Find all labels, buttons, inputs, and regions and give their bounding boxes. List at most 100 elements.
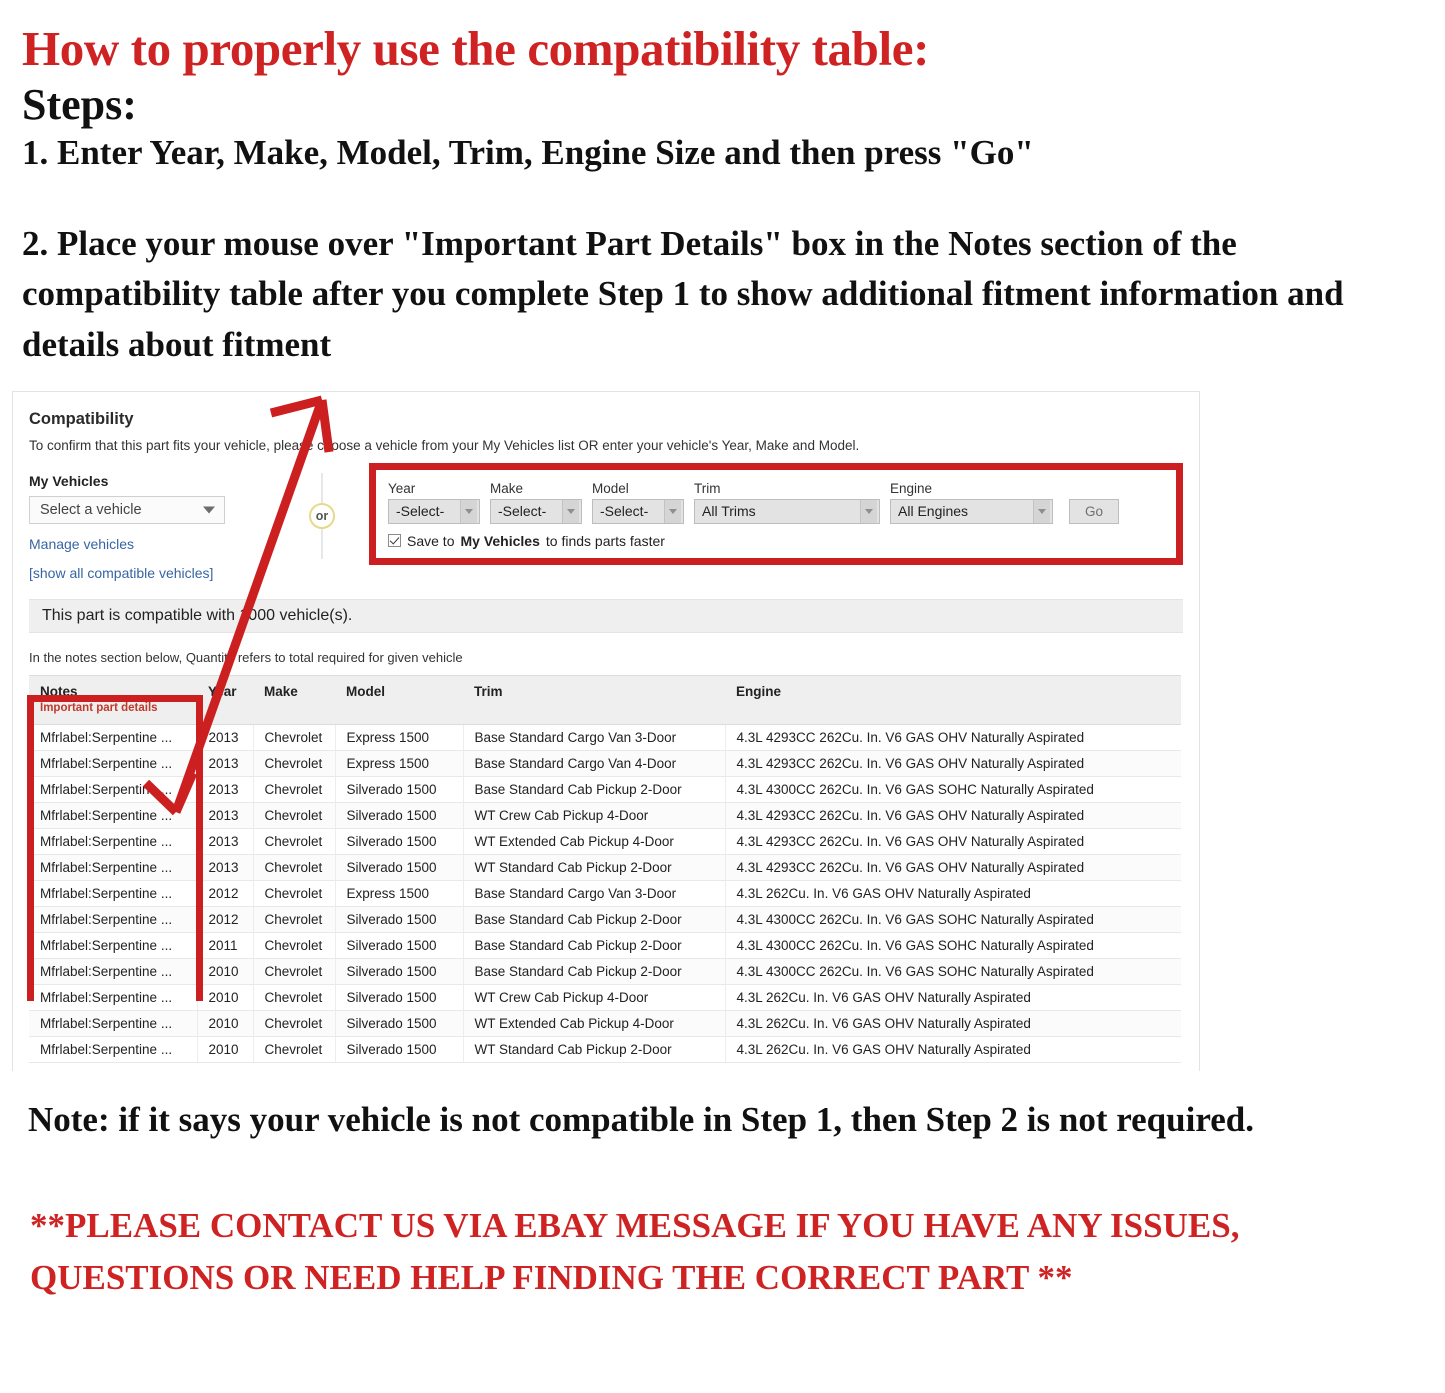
table-header-row: Notes Important part details Year Make M…: [29, 674, 1181, 725]
table-row: Mfrlabel:Serpentine ... 2010 Chevrolet Silv…: [29, 1010, 1181, 1037]
table-row: Mfrlabel:Serpentine ... 2012 Chevrolet Expr…: [29, 880, 1181, 907]
cell-year: 2013: [197, 724, 254, 751]
cell-trim: WT Crew Cab Pickup 4-Door: [463, 802, 726, 829]
cell-notes[interactable]: Mfrlabel:Serpentine ...: [29, 932, 198, 959]
cell-year: 2010: [197, 1010, 254, 1037]
my-vehicles-section: My Vehicles Select a vehicle Manage vehi…: [29, 471, 279, 552]
make-value: -Select-: [498, 503, 547, 520]
or-divider: or: [279, 471, 365, 561]
table-row: Mfrlabel:Serpentine ... 2010 Chevrolet Silv…: [29, 1036, 1181, 1063]
cell-notes[interactable]: Mfrlabel:Serpentine ...: [29, 828, 198, 855]
save-bold-text: My Vehicles: [460, 532, 540, 549]
save-to-my-vehicles-row[interactable]: Save to My Vehicles to finds parts faste…: [388, 533, 1166, 549]
engine-select[interactable]: All Engines: [890, 498, 1053, 524]
trim-select[interactable]: All Trims: [694, 498, 880, 524]
table-row: Mfrlabel:Serpentine ... 2010 Chevrolet Silv…: [29, 958, 1181, 985]
cell-make: Chevrolet: [253, 750, 336, 777]
col-header-make[interactable]: Make: [253, 674, 335, 725]
vehicle-chooser: My Vehicles Select a vehicle Manage vehi…: [29, 462, 1183, 565]
cell-make: Chevrolet: [253, 906, 336, 933]
vehicle-finder-highlight-box: Year -Select- Make -Select- Model -Selec…: [369, 462, 1183, 565]
cell-trim: Base Standard Cab Pickup 2-Door: [463, 932, 726, 959]
cell-trim: WT Extended Cab Pickup 4-Door: [463, 1010, 726, 1037]
make-label: Make: [490, 480, 524, 496]
trim-label: Trim: [694, 480, 721, 496]
cell-notes[interactable]: Mfrlabel:Serpentine ...: [29, 1010, 198, 1037]
cell-notes[interactable]: Mfrlabel:Serpentine ...: [29, 1036, 198, 1063]
col-header-notes[interactable]: Notes Important part details: [29, 674, 197, 725]
cell-engine: 4.3L 4293CC 262Cu. In. V6 GAS OHV Natura…: [725, 828, 1181, 855]
select-vehicle-dropdown[interactable]: Select a vehicle: [29, 495, 225, 524]
cell-make: Chevrolet: [253, 724, 336, 751]
cell-notes[interactable]: Mfrlabel:Serpentine ...: [29, 880, 198, 907]
col-header-trim[interactable]: Trim: [463, 674, 725, 725]
chevron-down-icon: [460, 499, 477, 523]
cell-make: Chevrolet: [253, 776, 336, 803]
cell-engine: 4.3L 4293CC 262Cu. In. V6 GAS OHV Natura…: [725, 802, 1181, 829]
year-label: Year: [388, 480, 416, 496]
cell-year: 2010: [197, 1036, 254, 1063]
go-button[interactable]: Go: [1069, 498, 1119, 524]
important-part-details-label[interactable]: Important part details: [40, 702, 197, 714]
engine-field: Engine All Engines: [890, 481, 1053, 524]
table-row: Mfrlabel:Serpentine ... 2010 Chevrolet Silv…: [29, 984, 1181, 1011]
cell-model: Silverado 1500: [335, 932, 464, 959]
table-row: Mfrlabel:Serpentine ... 2013 Chevrolet Expr…: [29, 750, 1181, 777]
cell-trim: Base Standard Cab Pickup 2-Door: [463, 958, 726, 985]
cell-engine: 4.3L 262Cu. In. V6 GAS OHV Naturally Asp…: [725, 880, 1181, 907]
cell-engine: 4.3L 4300CC 262Cu. In. V6 GAS SOHC Natur…: [725, 906, 1181, 933]
cell-make: Chevrolet: [253, 802, 336, 829]
save-prefix-text: Save to: [407, 532, 455, 549]
year-select[interactable]: -Select-: [388, 498, 480, 524]
cell-model: Silverado 1500: [335, 776, 464, 803]
compatibility-table: Notes Important part details Year Make M…: [29, 674, 1181, 1063]
trim-value: All Trims: [702, 503, 756, 520]
table-body: Mfrlabel:Serpentine ... 2013 Chevrolet Expr…: [29, 724, 1181, 1063]
cell-notes[interactable]: Mfrlabel:Serpentine ...: [29, 776, 198, 803]
model-field: Model -Select-: [592, 481, 684, 524]
cell-notes[interactable]: Mfrlabel:Serpentine ...: [29, 906, 198, 933]
cell-make: Chevrolet: [253, 854, 336, 881]
save-checkbox[interactable]: [388, 534, 401, 548]
cell-make: Chevrolet: [253, 932, 336, 959]
show-all-compatible-vehicles-link[interactable]: [show all compatible vehicles]: [29, 565, 213, 581]
cell-notes[interactable]: Mfrlabel:Serpentine ...: [29, 854, 198, 881]
cell-notes[interactable]: Mfrlabel:Serpentine ...: [29, 724, 198, 751]
cell-make: Chevrolet: [253, 1010, 336, 1037]
cell-engine: 4.3L 262Cu. In. V6 GAS OHV Naturally Asp…: [725, 1036, 1181, 1063]
cell-trim: WT Standard Cab Pickup 2-Door: [463, 1036, 726, 1063]
cell-engine: 4.3L 4300CC 262Cu. In. V6 GAS SOHC Natur…: [725, 776, 1181, 803]
table-header: Notes Important part details Year Make M…: [29, 674, 1181, 725]
or-badge: or: [309, 502, 335, 529]
cell-trim: Base Standard Cargo Van 3-Door: [463, 724, 726, 751]
manage-vehicles-link[interactable]: Manage vehicles: [29, 536, 279, 552]
cell-model: Express 1500: [335, 880, 464, 907]
cell-model: Express 1500: [335, 750, 464, 777]
make-select[interactable]: -Select-: [490, 498, 582, 524]
cell-model: Silverado 1500: [335, 1010, 464, 1037]
cell-year: 2013: [197, 802, 254, 829]
panel-subtitle: To confirm that this part fits your vehi…: [29, 437, 860, 453]
col-header-model[interactable]: Model: [335, 674, 463, 725]
save-suffix-text: to finds parts faster: [545, 532, 665, 549]
chevron-down-icon: [664, 499, 681, 523]
cell-model: Silverado 1500: [335, 802, 464, 829]
chevron-down-icon: [1033, 499, 1050, 523]
cell-notes[interactable]: Mfrlabel:Serpentine ...: [29, 750, 198, 777]
cell-engine: 4.3L 4300CC 262Cu. In. V6 GAS SOHC Natur…: [725, 958, 1181, 985]
table-row: Mfrlabel:Serpentine ... 2012 Chevrolet Silv…: [29, 906, 1181, 933]
cell-trim: WT Crew Cab Pickup 4-Door: [463, 984, 726, 1011]
table-row: Mfrlabel:Serpentine ... 2013 Chevrolet Expr…: [29, 724, 1181, 751]
model-select[interactable]: -Select-: [592, 498, 684, 524]
trim-field: Trim All Trims: [694, 481, 880, 524]
cell-notes[interactable]: Mfrlabel:Serpentine ...: [29, 958, 198, 985]
cell-model: Silverado 1500: [335, 854, 464, 881]
col-header-engine[interactable]: Engine: [725, 674, 1181, 725]
col-header-year[interactable]: Year: [197, 674, 253, 725]
chevron-down-icon: [203, 506, 215, 514]
cell-trim: WT Standard Cab Pickup 2-Door: [463, 854, 726, 881]
cell-notes[interactable]: Mfrlabel:Serpentine ...: [29, 802, 198, 829]
cell-notes[interactable]: Mfrlabel:Serpentine ...: [29, 984, 198, 1011]
cell-trim: Base Standard Cargo Van 3-Door: [463, 880, 726, 907]
cell-make: Chevrolet: [253, 984, 336, 1011]
